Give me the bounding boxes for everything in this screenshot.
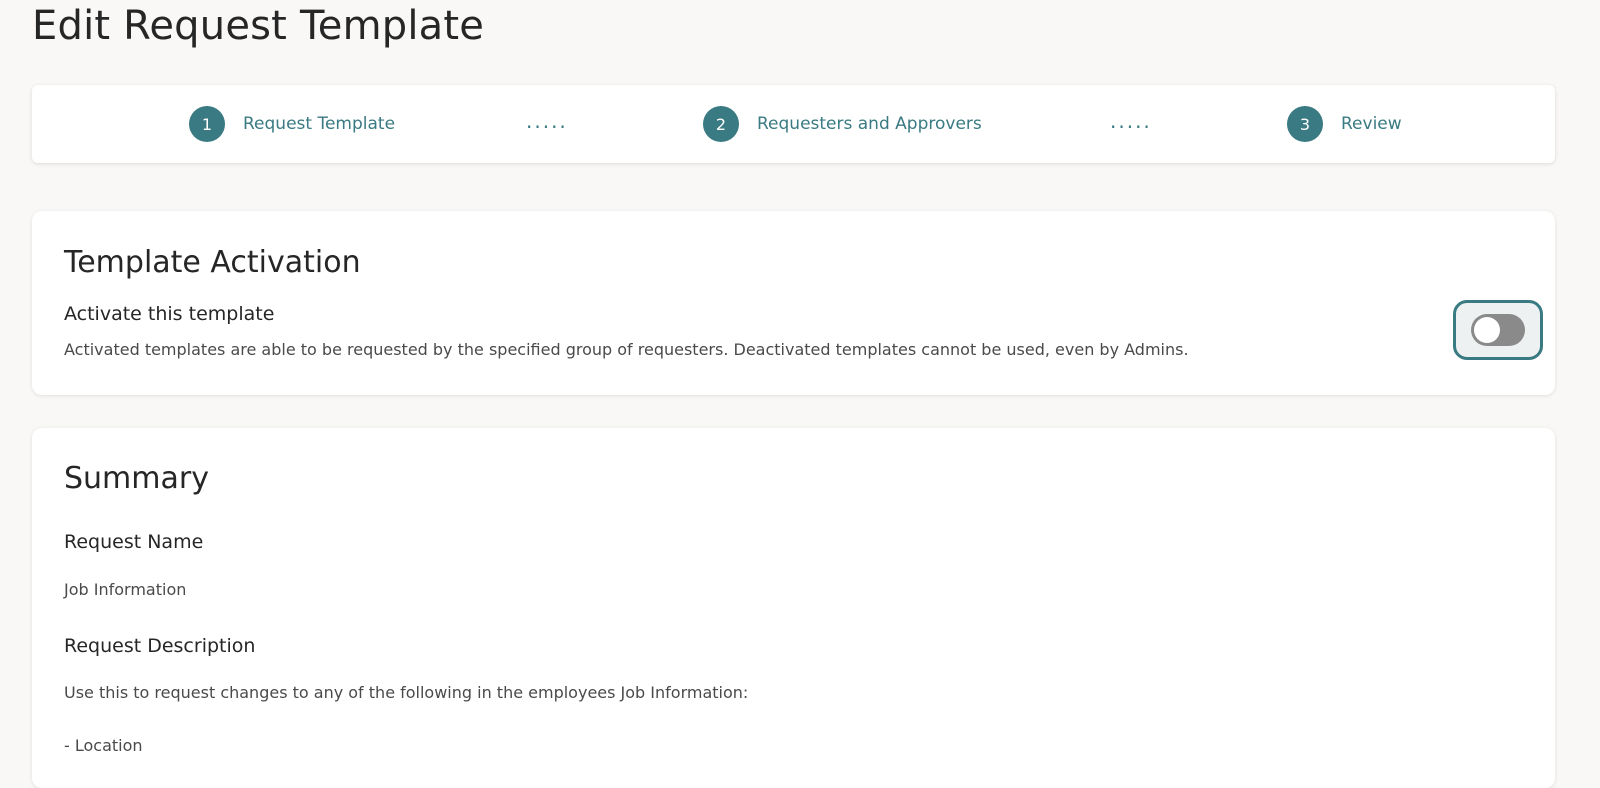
request-description-line-2: - Location [64, 736, 143, 755]
step-number-2: 2 [703, 106, 739, 142]
step-number-1: 1 [189, 106, 225, 142]
step-separator-1: ..... [526, 109, 568, 133]
summary-title: Summary [64, 461, 209, 496]
activate-template-description: Activated templates are able to be reque… [64, 340, 1189, 359]
request-name-value: Job Information [64, 580, 187, 599]
stepper: 1 Request Template ..... 2 Requesters an… [32, 85, 1555, 163]
activate-template-toggle[interactable] [1453, 300, 1543, 360]
step-request-template[interactable]: 1 Request Template [189, 106, 395, 142]
step-label-requesters-and-approvers: Requesters and Approvers [757, 114, 982, 134]
template-activation-card: Template Activation Activate this templa… [32, 211, 1555, 395]
toggle-track [1471, 314, 1525, 346]
step-separator-2: ..... [1110, 109, 1152, 133]
request-description-line-1: Use this to request changes to any of th… [64, 683, 749, 702]
template-activation-title: Template Activation [64, 245, 361, 280]
activate-template-label: Activate this template [64, 303, 275, 325]
request-description-label: Request Description [64, 635, 256, 657]
step-label-review: Review [1341, 114, 1402, 134]
step-requesters-and-approvers[interactable]: 2 Requesters and Approvers [703, 106, 982, 142]
toggle-knob [1474, 317, 1500, 343]
step-review[interactable]: 3 Review [1287, 106, 1402, 142]
step-label-request-template: Request Template [243, 114, 396, 134]
request-name-label: Request Name [64, 531, 204, 553]
summary-card: Summary Request Name Job Information Req… [32, 428, 1555, 788]
page-title: Edit Request Template [32, 3, 485, 49]
step-number-3: 3 [1287, 106, 1323, 142]
